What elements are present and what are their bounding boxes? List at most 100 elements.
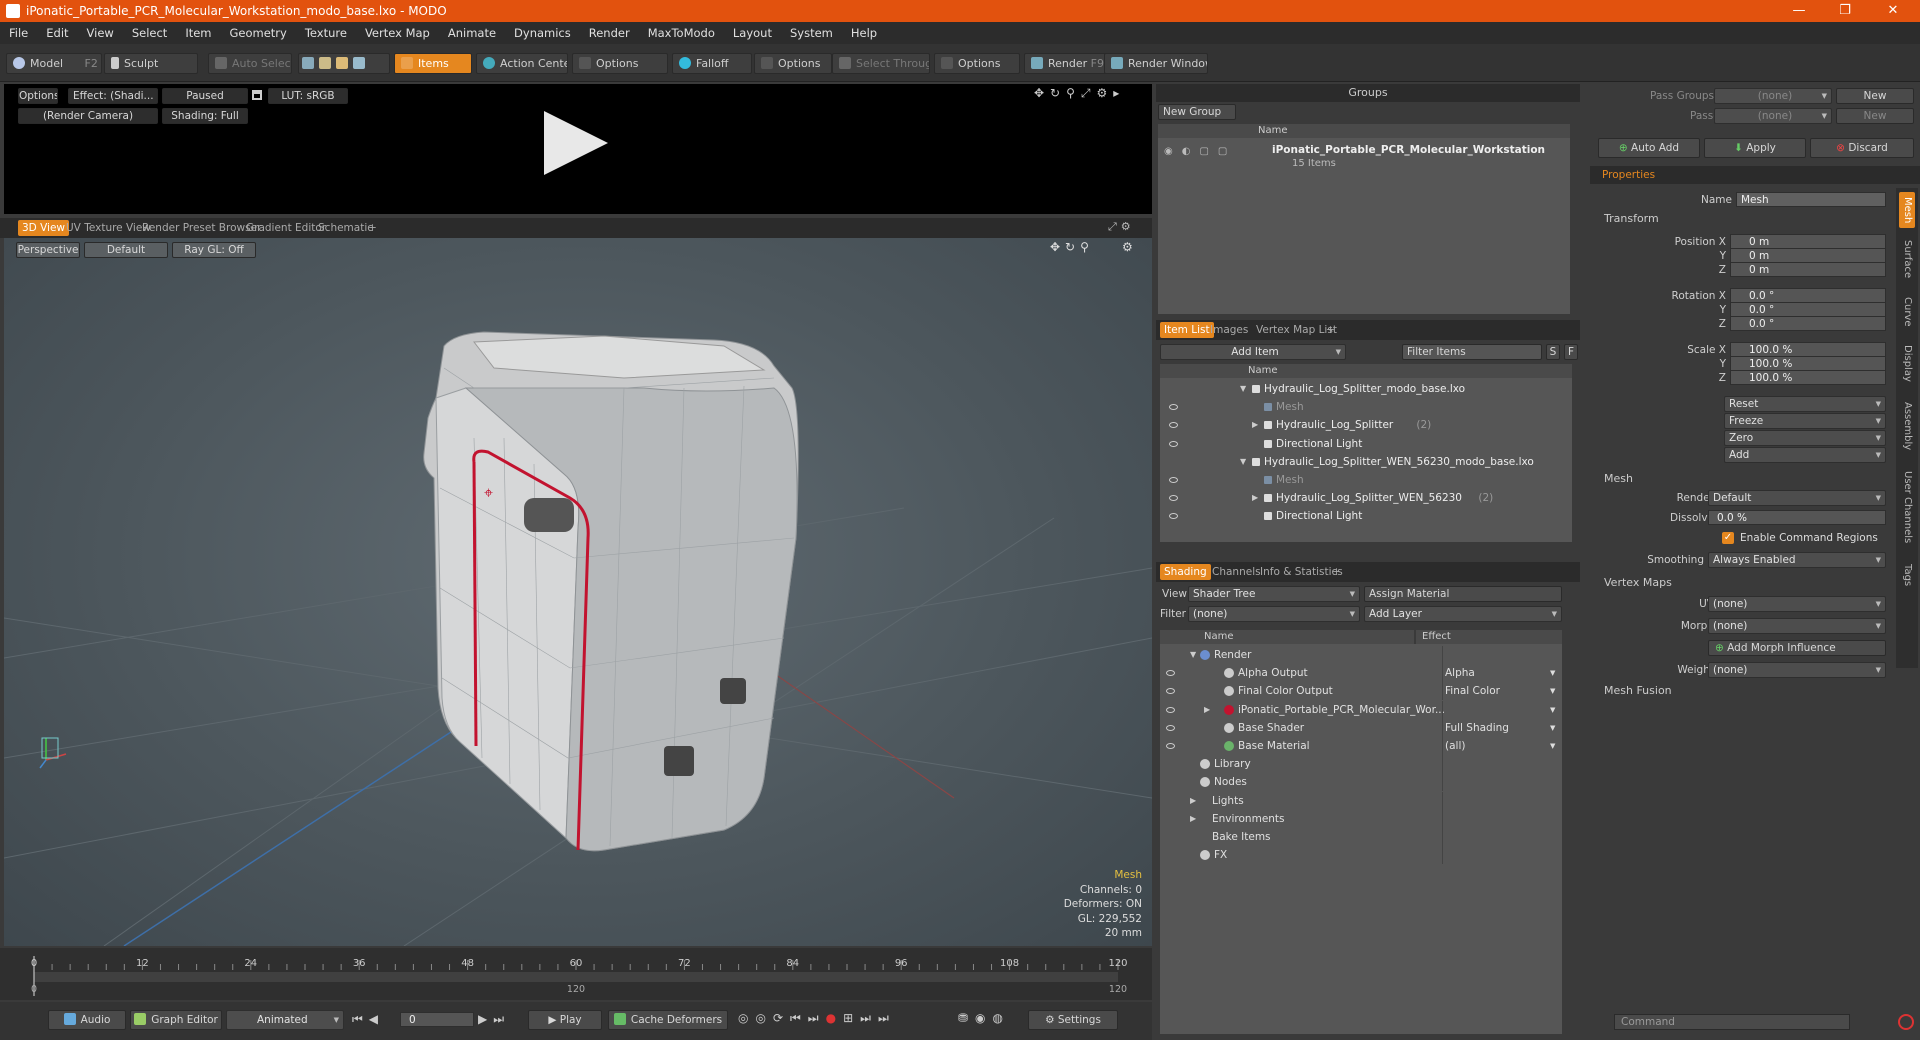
eye-icon[interactable] bbox=[1169, 495, 1178, 502]
action-center-options-button[interactable]: Options bbox=[572, 53, 668, 74]
add-layer-dropdown[interactable]: Add Layer bbox=[1364, 606, 1562, 622]
animated-dropdown[interactable]: Animated bbox=[226, 1010, 344, 1030]
shader-effect[interactable] bbox=[1442, 755, 1558, 774]
tab-shading[interactable]: Shading bbox=[1160, 564, 1211, 580]
preview-nav-icons[interactable]: ✥↻⚲⤢⚙▸ bbox=[1034, 86, 1125, 101]
list-item[interactable]: Directional Light bbox=[1160, 435, 1572, 453]
shader-effect[interactable] bbox=[1442, 828, 1558, 846]
current-frame-input[interactable]: 0 bbox=[400, 1012, 474, 1027]
new-pass-button[interactable]: New bbox=[1836, 88, 1914, 104]
discard-button[interactable]: ⊗ Discard bbox=[1810, 138, 1914, 158]
shader-item[interactable]: Nodes bbox=[1160, 773, 1562, 792]
expand-down-icon[interactable]: ▼ bbox=[1240, 453, 1246, 471]
menu-item-dynamics[interactable]: Dynamics bbox=[505, 26, 580, 40]
freeze-dropdown[interactable]: Freeze bbox=[1724, 413, 1886, 429]
list-item[interactable]: ▼ Hydraulic_Log_Splitter_WEN_56230_modo_b… bbox=[1160, 453, 1572, 471]
new-passes-button[interactable]: New bbox=[1836, 108, 1914, 124]
tab--[interactable]: + bbox=[1322, 322, 1339, 338]
new-group-button[interactable]: New Group bbox=[1158, 104, 1236, 120]
smoothing-dropdown[interactable]: Always Enabled bbox=[1708, 552, 1886, 568]
expand-right-icon[interactable]: ▶ bbox=[1252, 489, 1258, 507]
shader-item[interactable]: FX bbox=[1160, 846, 1562, 865]
eye-icon[interactable] bbox=[1169, 422, 1178, 429]
render-dropdown[interactable]: Default bbox=[1708, 490, 1886, 506]
expand-down-icon[interactable]: ▼ bbox=[1190, 646, 1196, 664]
eye-icon[interactable] bbox=[1169, 477, 1178, 483]
shader-item[interactable]: Final Color Output Final Color ▼ bbox=[1160, 682, 1562, 701]
scale-y-field[interactable]: 100.0 % bbox=[1730, 356, 1886, 371]
shader-item[interactable]: Base Material (all) ▼ bbox=[1160, 737, 1562, 755]
shader-item[interactable]: ▶ iPonatic_Portable_PCR_Molecular_Wor... ▼ bbox=[1160, 700, 1562, 719]
group-visibility-icons[interactable]: ◉◐▢▢ bbox=[1164, 146, 1236, 157]
zero-dropdown[interactable]: Zero bbox=[1724, 430, 1886, 446]
items-mode-button[interactable]: Items bbox=[394, 53, 472, 74]
menu-item-view[interactable]: View bbox=[78, 26, 123, 40]
side-tab-assembly[interactable]: Assembly bbox=[1899, 395, 1915, 456]
side-tab-surface[interactable]: Surface bbox=[1899, 232, 1915, 287]
frame-forward-icons[interactable]: ▶⏭ bbox=[478, 1012, 510, 1027]
preview-effect-dropdown[interactable]: Effect: (Shadi... bbox=[68, 88, 158, 104]
group-item-name[interactable]: iPonatic_Portable_PCR_Molecular_Workstat… bbox=[1272, 144, 1545, 156]
tab--[interactable]: + bbox=[364, 220, 381, 236]
shader-effect[interactable] bbox=[1442, 700, 1558, 719]
rotation-x-field[interactable]: 0.0 ° bbox=[1730, 288, 1886, 303]
menu-item-maxtomodo[interactable]: MaxToModo bbox=[639, 26, 724, 40]
list-item[interactable]: ▶ Hydraulic_Log_Splitter (2) bbox=[1160, 416, 1572, 434]
close-button[interactable]: ✕ bbox=[1870, 0, 1916, 22]
rotation-y-field[interactable]: 0.0 ° bbox=[1730, 302, 1886, 317]
side-tab-curve[interactable]: Curve bbox=[1899, 290, 1915, 332]
assign-material-button[interactable]: Assign Material bbox=[1364, 586, 1562, 602]
itemlist-f-button[interactable]: F bbox=[1564, 344, 1578, 360]
eye-icon[interactable] bbox=[1166, 688, 1175, 695]
shader-effect[interactable] bbox=[1442, 646, 1558, 664]
shader-view-dropdown[interactable]: Shader Tree bbox=[1188, 586, 1360, 602]
preview-options-button[interactable]: Options bbox=[18, 88, 58, 104]
shader-filter-dropdown[interactable]: (none) bbox=[1188, 606, 1360, 622]
tab-images[interactable]: Images bbox=[1206, 322, 1252, 338]
side-tab-mesh[interactable]: Mesh bbox=[1899, 192, 1915, 228]
filter-items-input[interactable]: Filter Items bbox=[1402, 344, 1542, 360]
shader-effect[interactable]: Alpha bbox=[1442, 664, 1558, 683]
play-button[interactable]: ▶ Play bbox=[528, 1010, 602, 1030]
list-item[interactable]: Mesh bbox=[1160, 471, 1572, 489]
pass-groups-dropdown[interactable]: (none) bbox=[1714, 88, 1832, 104]
expand-right-icon[interactable]: ▶ bbox=[1190, 792, 1196, 810]
enable-command-regions-checkbox[interactable]: ✓ bbox=[1722, 532, 1734, 544]
tab--[interactable]: + bbox=[1328, 564, 1345, 580]
lock-icon[interactable] bbox=[252, 90, 262, 100]
scale-z-field[interactable]: 100.0 % bbox=[1730, 370, 1886, 385]
render-window-button[interactable]: Render Window bbox=[1104, 53, 1208, 74]
expand-down-icon[interactable]: ▼ bbox=[1240, 380, 1246, 398]
add-item-dropdown[interactable]: Add Item bbox=[1160, 344, 1346, 360]
itemlist-s-button[interactable]: S bbox=[1546, 344, 1560, 360]
render-camera-dropdown[interactable]: (Render Camera) bbox=[18, 108, 158, 124]
polygons-icon[interactable] bbox=[336, 57, 348, 69]
eye-icon[interactable] bbox=[1169, 513, 1178, 520]
mesh-section[interactable]: Mesh bbox=[1604, 472, 1633, 485]
command-stop-icon[interactable] bbox=[1898, 1014, 1914, 1030]
transform-section[interactable]: Transform bbox=[1604, 212, 1659, 225]
action-center-button[interactable]: Action Center bbox=[476, 53, 568, 74]
shader-effect[interactable] bbox=[1442, 773, 1558, 792]
model-mode-button[interactable]: Model F2 bbox=[6, 53, 102, 74]
shader-item[interactable]: Base Shader Full Shading ▼ bbox=[1160, 718, 1562, 737]
raygl-toggle[interactable]: Ray GL: Off bbox=[172, 242, 256, 258]
side-tab-display[interactable]: Display bbox=[1899, 336, 1915, 391]
shader-effect[interactable] bbox=[1442, 791, 1558, 810]
reset-dropdown[interactable]: Reset bbox=[1724, 396, 1886, 412]
timeline[interactable]: 0 12 24 36 48 60 72 84 96 108 120 0 120 120 bbox=[0, 948, 1152, 1000]
menu-item-render[interactable]: Render bbox=[580, 26, 639, 40]
add-morph-influence-button[interactable]: ⊕ Add Morph Influence bbox=[1708, 640, 1886, 656]
position-x-field[interactable]: 0 m bbox=[1730, 234, 1886, 249]
list-item[interactable]: Mesh bbox=[1160, 398, 1572, 416]
menu-item-select[interactable]: Select bbox=[123, 26, 176, 40]
name-field[interactable]: Mesh bbox=[1736, 192, 1886, 207]
menu-item-edit[interactable]: Edit bbox=[37, 26, 77, 40]
add-dropdown[interactable]: Add bbox=[1724, 447, 1886, 463]
apply-button[interactable]: ⬇ Apply bbox=[1704, 138, 1806, 158]
menu-item-geometry[interactable]: Geometry bbox=[221, 26, 296, 40]
position-y-field[interactable]: 0 m bbox=[1730, 248, 1886, 263]
mesh-fusion-section[interactable]: Mesh Fusion bbox=[1604, 684, 1672, 697]
minimize-button[interactable]: — bbox=[1776, 0, 1822, 22]
list-item[interactable]: ▼ Hydraulic_Log_Splitter_modo_base.lxo bbox=[1160, 380, 1572, 398]
